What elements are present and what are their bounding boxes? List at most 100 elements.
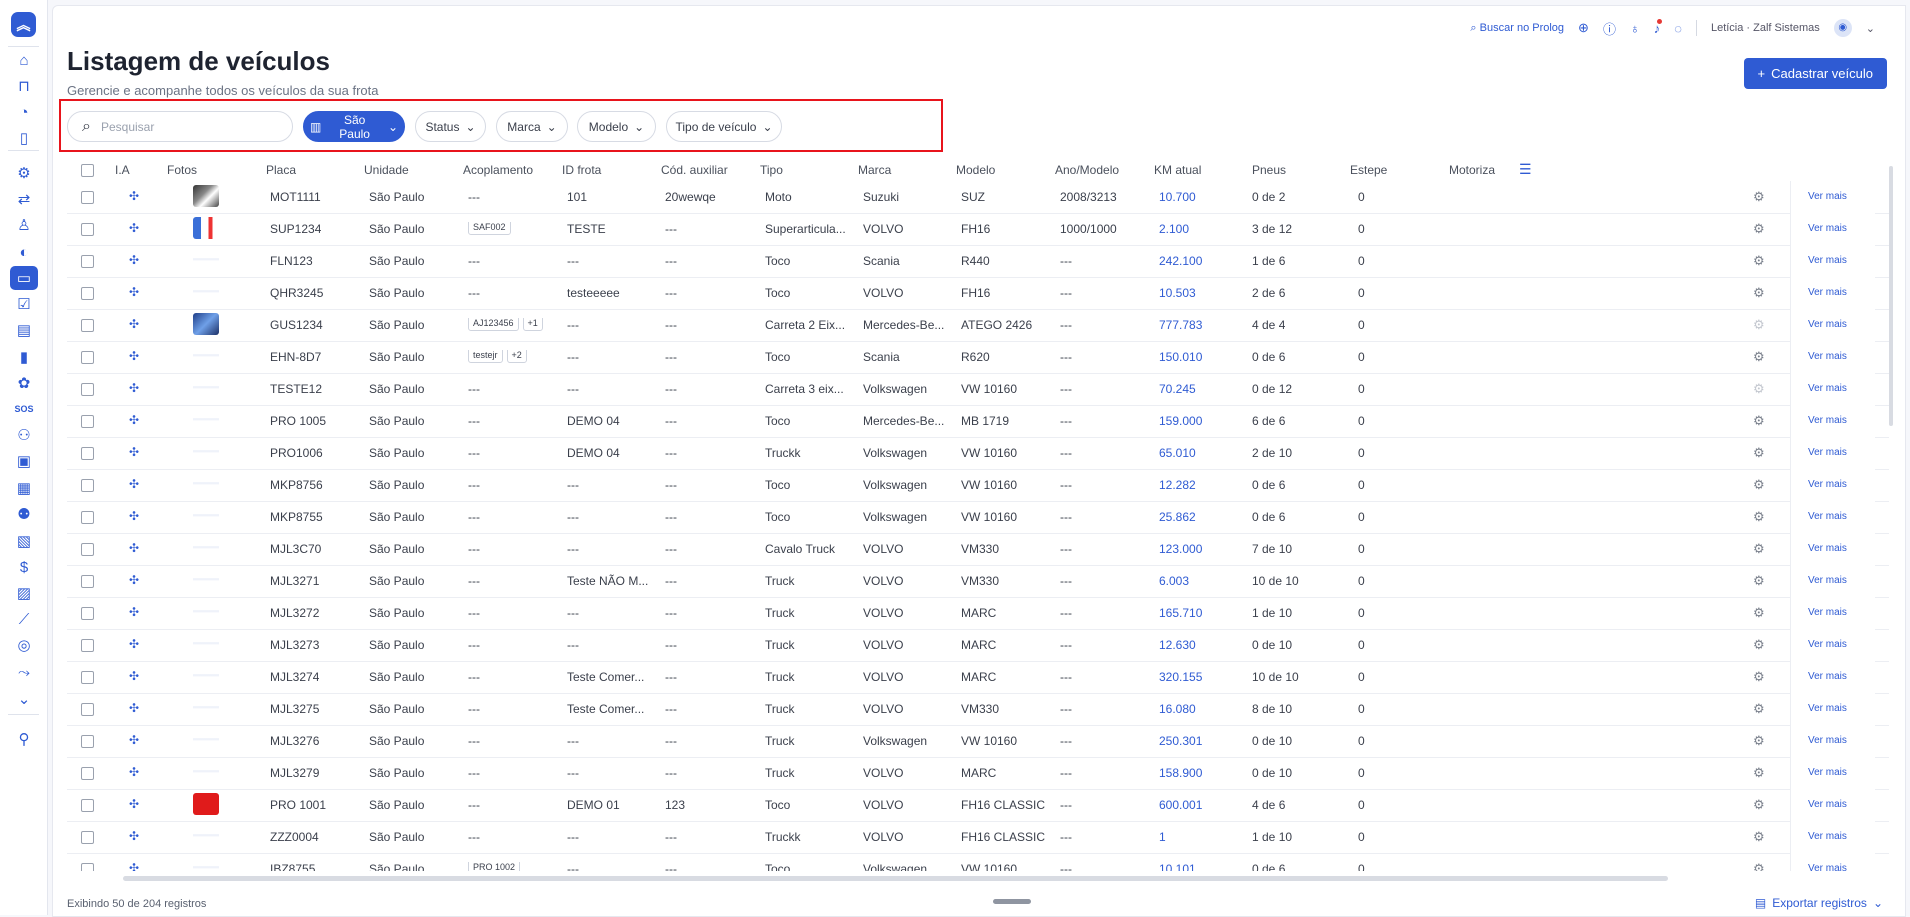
help-circle-icon[interactable]: ◎ [13,634,35,656]
row-checkbox[interactable] [81,639,94,652]
table-row[interactable]: ✣ PRO 1002 IBZ8755 São Paulo --- --- Toco Volks… [67,853,1889,871]
ver-mais-link[interactable]: Ver mais [1808,383,1847,394]
row-checkbox[interactable] [81,735,94,748]
km-atual-cell[interactable]: 250.301 [1159,734,1202,748]
row-checkbox[interactable] [81,479,94,492]
chevron-down-icon[interactable]: ⌄ [13,688,35,710]
id-card-icon[interactable]: ▧ [13,530,35,552]
search-input[interactable] [98,118,273,135]
row-checkbox[interactable] [81,383,94,396]
row-checkbox[interactable] [81,607,94,620]
table-row[interactable]: ✣ testejr +2 EHN-8D7 São Paulo --- --- Toco Scan… [67,341,1889,374]
acoplamento-tag[interactable]: SAF002 [468,222,511,235]
table-row[interactable]: ✣ --- PRO 1001 São Paulo DEMO 01 123 Toco VOLVO… [67,789,1889,822]
ver-mais-link[interactable]: Ver mais [1808,479,1847,490]
col-motorizado[interactable]: Motoriza [1449,163,1495,177]
ver-mais-link[interactable]: Ver mais [1808,767,1847,778]
sparkle-icon[interactable]: ✣ [129,189,139,203]
prolog-logo[interactable]: ︽ [11,12,36,37]
plus-circle-icon[interactable]: ⊕ [1578,20,1589,36]
table-row[interactable]: ✣ --- PRO 1005 São Paulo DEMO 04 --- Toco Merce… [67,405,1889,438]
sparkle-icon[interactable]: ✣ [129,541,139,555]
ver-mais-link[interactable]: Ver mais [1808,703,1847,714]
swap-icon[interactable]: ⇄ [13,188,35,210]
sparkle-icon[interactable]: ✣ [129,317,139,331]
km-atual-cell[interactable]: 65.010 [1159,446,1196,460]
chat-icon[interactable]: ◌ [1674,21,1682,36]
settings-icon[interactable]: ⚙ [13,162,35,184]
sparkle-icon[interactable]: ✣ [129,445,139,459]
person-route-icon[interactable]: ⚲ [13,728,35,750]
table-row[interactable]: ✣ AJ123456 +1 GUS1234 São Paulo --- --- Carreta… [67,309,1889,342]
row-checkbox[interactable] [81,255,94,268]
vehicle-photo[interactable] [193,281,219,303]
vehicle-photo[interactable] [193,473,219,495]
user-settings-icon[interactable]: ⚉ [13,503,35,525]
vehicle-photo[interactable] [193,761,219,783]
ver-mais-link[interactable]: Ver mais [1808,735,1847,746]
col-tipo[interactable]: Tipo [760,163,783,177]
sparkle-icon[interactable]: ✣ [129,285,139,299]
table-row[interactable]: ✣ --- MJL3273 São Paulo --- --- Truck VOLVO MARC… [67,629,1889,662]
row-checkbox[interactable] [81,767,94,780]
ver-mais-link[interactable]: Ver mais [1808,543,1847,554]
lightbulb-icon[interactable]: ♁ [1630,21,1640,36]
tipo-veiculo-filter-button[interactable]: Tipo de veículo ⌄ [666,111,782,142]
ver-mais-link[interactable]: Ver mais [1808,223,1847,234]
sparkle-icon[interactable]: ✣ [129,605,139,619]
col-marca[interactable]: Marca [858,163,891,177]
ver-mais-link[interactable]: Ver mais [1808,831,1847,842]
col-acoplamento[interactable]: Acoplamento [463,163,533,177]
resize-handle[interactable] [993,899,1031,904]
modelo-filter-button[interactable]: Modelo ⌄ [577,111,656,142]
vehicle-photo[interactable] [193,857,219,871]
search-field[interactable]: ⌕ [67,111,293,142]
vehicle-photo[interactable] [193,313,219,335]
sparkle-icon[interactable]: ✣ [129,221,139,235]
vehicle-photo[interactable] [193,537,219,559]
col-estepe[interactable]: Estepe [1350,163,1387,177]
vehicle-photo[interactable] [193,633,219,655]
dollar-icon[interactable]: $ [13,556,35,578]
table-row[interactable]: ✣ --- MJL3276 São Paulo --- --- Truck Volkswage… [67,725,1889,758]
topbar-search[interactable]: ⌕ Buscar no Prolog [1470,22,1564,35]
table-row[interactable]: ✣ --- MJL3275 São Paulo Teste Comer... --- Tru… [67,693,1889,726]
table-row[interactable]: ✣ --- MJL3C70 São Paulo --- --- Cavalo Truck VO… [67,533,1889,566]
row-checkbox[interactable] [81,447,94,460]
ver-mais-link[interactable]: Ver mais [1808,799,1847,810]
vehicle-photo[interactable] [193,345,219,367]
avatar[interactable]: ◉ [1833,19,1852,37]
table-row[interactable]: ✣ --- MJL3274 São Paulo Teste Comer... --- Tru… [67,661,1889,694]
row-checkbox[interactable] [81,191,94,204]
sparkle-icon[interactable]: ✣ [129,861,139,871]
sparkle-icon[interactable]: ✣ [129,829,139,843]
km-atual-cell[interactable]: 600.001 [1159,798,1202,812]
sparkle-icon[interactable]: ✣ [129,765,139,779]
sparkle-icon[interactable]: ✣ [129,733,139,747]
chevron-down-icon[interactable]: ⌄ [1866,22,1875,35]
table-row[interactable]: ✣ --- MJL3271 São Paulo Teste NÃO M... --- Tru… [67,565,1889,598]
vehicle-photo[interactable] [193,505,219,527]
sparkle-icon[interactable]: ✣ [129,509,139,523]
home-icon[interactable]: ⌂ [13,49,35,71]
row-checkbox[interactable] [81,223,94,236]
km-atual-cell[interactable]: 10.503 [1159,286,1196,300]
row-checkbox[interactable] [81,831,94,844]
table-row[interactable]: ✣ --- FLN123 São Paulo --- --- Toco Scania R440 -… [67,245,1889,278]
km-atual-cell[interactable]: 777.783 [1159,318,1202,332]
ver-mais-link[interactable]: Ver mais [1808,639,1847,650]
km-atual-cell[interactable]: 123.000 [1159,542,1202,556]
map-icon[interactable]: ▨ [13,582,35,604]
vehicle-photo[interactable] [193,409,219,431]
horizontal-scrollbar[interactable] [123,876,1668,881]
clipboard-icon[interactable]: ▤ [13,319,35,341]
km-atual-cell[interactable]: 158.900 [1159,766,1202,780]
bookmark-icon[interactable]: ⊓ [13,75,35,97]
sparkle-icon[interactable]: ✣ [129,381,139,395]
km-atual-cell[interactable]: 150.010 [1159,350,1202,364]
km-atual-cell[interactable]: 10.101 [1159,862,1196,871]
ver-mais-link[interactable]: Ver mais [1808,607,1847,618]
user-name[interactable]: Letícia · Zalf Sistemas [1711,22,1820,34]
vehicle-photo[interactable] [193,441,219,463]
sparkle-icon[interactable]: ✣ [129,797,139,811]
